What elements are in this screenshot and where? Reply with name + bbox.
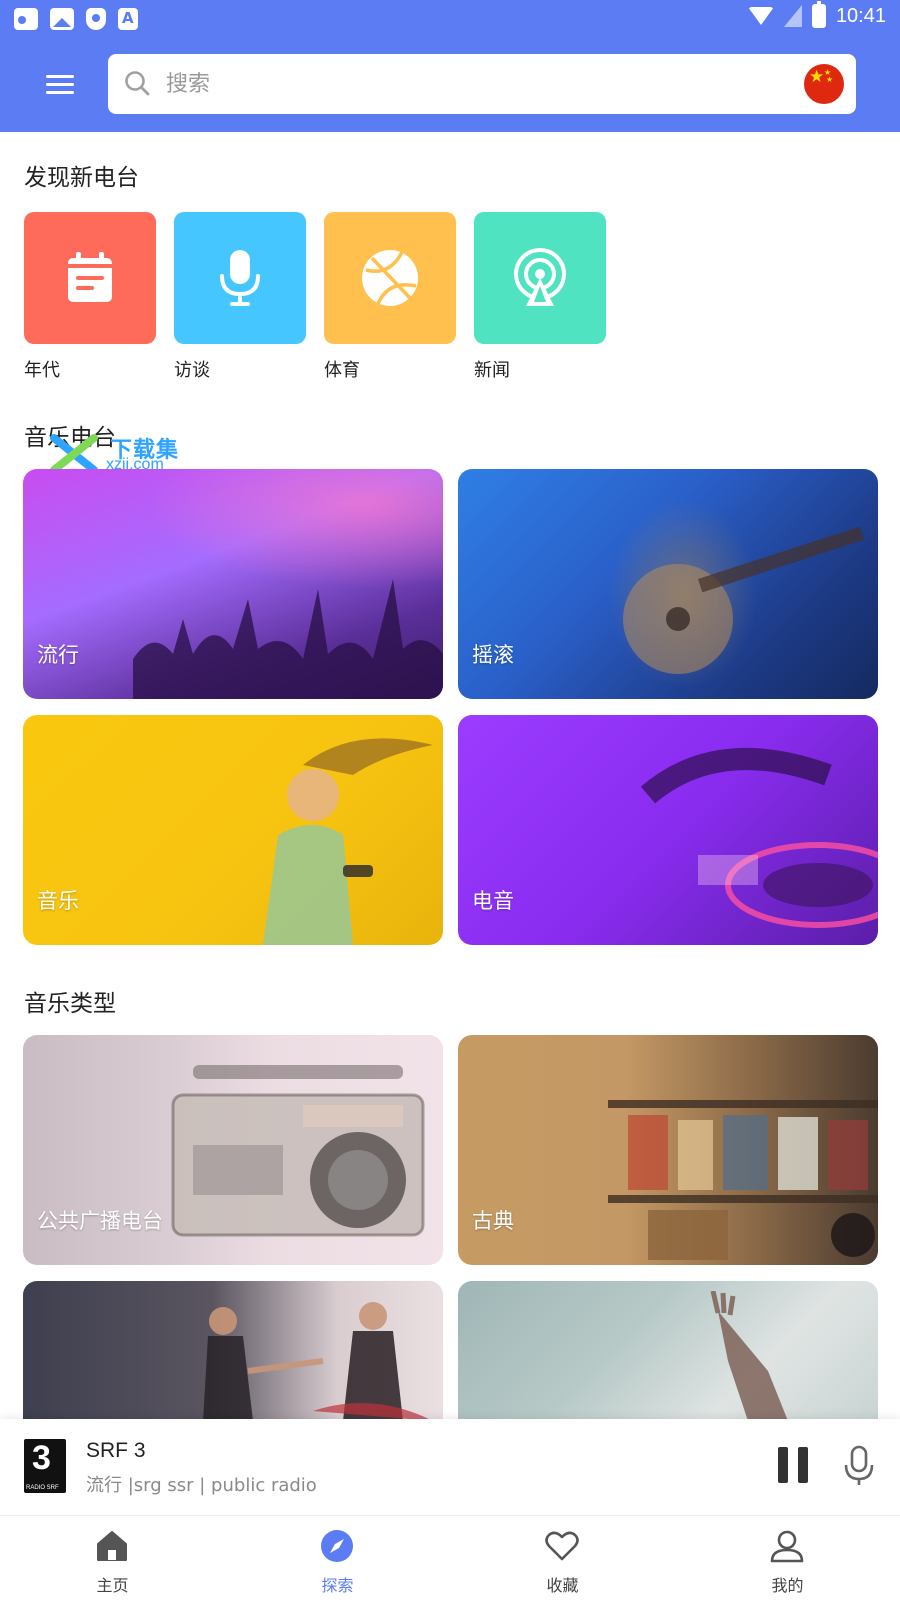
record-shelf-illustration <box>608 1100 878 1260</box>
notification-icons: A <box>14 8 138 30</box>
flag-icon: ★ <box>809 67 825 87</box>
category-label: 访谈 <box>174 360 210 381</box>
microphone-icon <box>220 250 260 306</box>
menu-icon <box>46 75 74 78</box>
discover-section-title: 发现新电台 <box>24 165 139 191</box>
dancer-illustration <box>263 738 433 945</box>
category-talk[interactable]: 访谈 <box>174 212 306 382</box>
music-types-title: 音乐类型 <box>24 991 116 1017</box>
category-decades[interactable]: 年代 <box>24 212 156 382</box>
search-bar[interactable]: ★ ★★ <box>108 54 856 114</box>
station-info: 流行 |srg ssr | public radio <box>86 1475 317 1496</box>
app-header: A 10:41 ★ ★★ <box>0 0 900 132</box>
card-label: 音乐 <box>37 889 79 913</box>
raised-hand-illustration <box>710 1291 788 1419</box>
heart-icon <box>545 1531 579 1561</box>
bottom-navigation: 主页 探索 收藏 我的 <box>0 1515 900 1600</box>
status-bar: A 10:41 <box>0 0 900 38</box>
category-news[interactable]: 新闻 <box>474 212 606 382</box>
pause-icon <box>778 1447 788 1483</box>
font-notification-icon: A <box>118 8 138 30</box>
nav-home[interactable]: 主页 <box>0 1516 225 1600</box>
country-flag-button[interactable]: ★ ★ ★ <box>804 64 844 104</box>
pause-button[interactable] <box>776 1447 810 1483</box>
category-tile <box>474 212 606 344</box>
category-tile <box>174 212 306 344</box>
user-icon <box>770 1530 804 1563</box>
card-public-radio[interactable]: 公共广播电台 <box>23 1035 443 1265</box>
card-label: 古典 <box>472 1209 514 1233</box>
guitar-illustration <box>623 526 865 674</box>
shield-notification-icon <box>86 8 106 30</box>
station-logo: 3 RADIO SRF <box>24 1439 66 1493</box>
status-time: 10:41 <box>835 4 886 27</box>
crowd-silhouette <box>133 579 443 699</box>
category-label: 年代 <box>24 360 60 381</box>
card-music[interactable]: 音乐 <box>23 715 443 945</box>
card-classical[interactable]: 古典 <box>458 1035 878 1265</box>
dancers-illustration <box>203 1302 429 1419</box>
calendar-icon <box>68 252 112 302</box>
nav-explore[interactable]: 探索 <box>225 1516 450 1600</box>
category-label: 体育 <box>324 360 360 381</box>
battery-icon <box>811 1 826 28</box>
image-notification-icon <box>50 8 74 30</box>
system-icons: 10:41 <box>747 1 886 28</box>
watermark-logo: 下载集 xzji.com <box>50 434 200 474</box>
card-dance[interactable] <box>23 1281 443 1419</box>
search-icon <box>125 71 150 96</box>
basketball-icon <box>362 250 418 306</box>
wifi-icon <box>747 7 774 25</box>
mini-player[interactable]: 3 RADIO SRF SRF 3 流行 |srg ssr | public r… <box>0 1419 900 1515</box>
watermark-x-icon <box>50 434 98 474</box>
card-label: 流行 <box>37 643 79 667</box>
category-label: 新闻 <box>474 360 510 381</box>
card-label: 电音 <box>472 889 514 913</box>
station-name: SRF 3 <box>86 1439 146 1462</box>
card-electronic[interactable]: 电音 <box>458 715 878 945</box>
dj-turntable-illustration <box>640 748 878 928</box>
card-concert[interactable] <box>458 1281 878 1419</box>
category-sports[interactable]: 体育 <box>324 212 456 382</box>
category-tile <box>324 212 456 344</box>
category-tile <box>24 212 156 344</box>
radio-notification-icon <box>14 8 38 30</box>
nav-favorites[interactable]: 收藏 <box>450 1516 675 1600</box>
compass-icon <box>321 1530 353 1562</box>
voice-search-button[interactable] <box>842 1445 876 1487</box>
card-rock[interactable]: 摇滚 <box>458 469 878 699</box>
search-input[interactable] <box>166 64 766 104</box>
card-label: 公共广播电台 <box>37 1209 163 1233</box>
nav-profile[interactable]: 我的 <box>675 1516 900 1600</box>
boombox-illustration <box>171 1065 425 1237</box>
broadcast-icon <box>514 248 566 306</box>
signal-icon <box>783 5 802 27</box>
home-icon <box>97 1531 127 1561</box>
card-label: 摇滚 <box>472 643 514 667</box>
menu-button[interactable] <box>40 70 80 100</box>
card-pop[interactable]: 流行 <box>23 469 443 699</box>
